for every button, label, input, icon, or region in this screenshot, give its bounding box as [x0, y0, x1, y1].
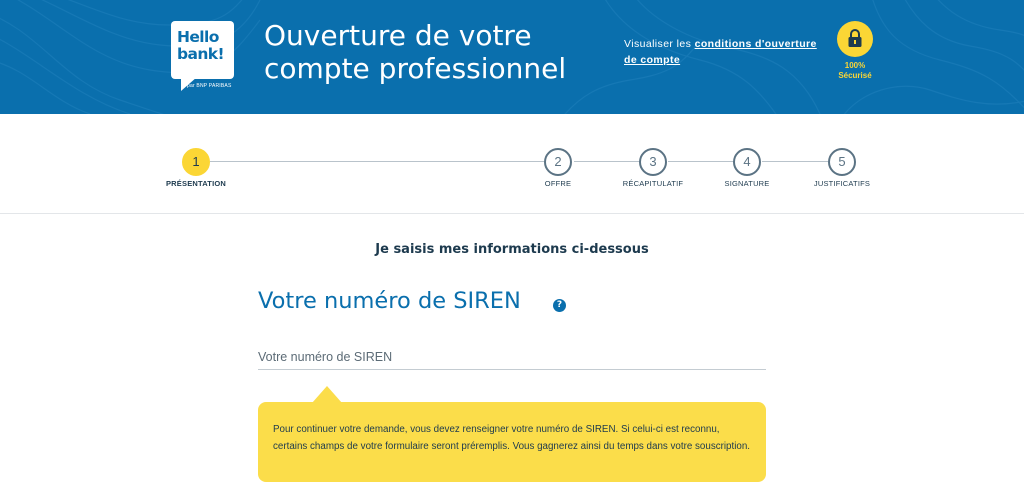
step-2-label: OFFRE — [544, 179, 572, 188]
siren-input[interactable] — [258, 344, 766, 370]
step-3-label: RÉCAPITULATIF — [622, 179, 684, 188]
step-connector — [762, 161, 828, 162]
logo-line-1: Hello — [177, 28, 219, 46]
step-connector — [210, 161, 544, 162]
step-5-circle[interactable]: 5 — [828, 148, 856, 176]
conditions-prefix: Visualiser les — [624, 38, 692, 50]
step-connector — [668, 161, 734, 162]
secure-text: Sécurisé — [838, 71, 872, 80]
step-connector — [574, 161, 640, 162]
siren-section-title: Votre numéro de SIREN — [258, 288, 521, 314]
siren-info-box: Pour continuer votre demande, vous devez… — [258, 402, 766, 482]
step-4-label: SIGNATURE — [724, 179, 770, 188]
secure-percent: 100% — [844, 61, 866, 70]
info-box-arrow — [312, 386, 342, 403]
conditions-notice: Visualiser les conditions d'ouverture de… — [624, 36, 824, 68]
logo-wordmark: Hello bank! — [177, 29, 232, 63]
form-subtitle: Je saisis mes informations ci-dessous — [375, 242, 649, 257]
conditions-link-continued[interactable]: de compte — [624, 54, 680, 66]
step-3-circle[interactable]: 3 — [639, 148, 667, 176]
step-4-circle[interactable]: 4 — [733, 148, 761, 176]
page-header: Hello bank! par BNP PARIBAS Ouverture de… — [0, 0, 1024, 114]
progress-stepper: 1 PRÉSENTATION 2 OFFRE 3 RÉCAPITULATIF 4… — [0, 114, 1024, 214]
siren-info-text: Pour continuer votre demande, vous devez… — [273, 424, 751, 452]
help-icon[interactable]: ? — [553, 299, 566, 312]
page-title-line-2: compte professionnel — [264, 52, 567, 85]
logo-subtitle: par BNP PARIBAS — [187, 83, 232, 89]
hello-bank-logo[interactable]: Hello bank! par BNP PARIBAS — [171, 21, 234, 91]
step-1-label: PRÉSENTATION — [165, 179, 227, 188]
secure-badge — [837, 21, 873, 57]
logo-line-2: bank! — [177, 45, 225, 63]
secure-label: 100% Sécurisé — [826, 61, 884, 81]
page-title-line-1: Ouverture de votre — [264, 19, 532, 52]
step-5-label: JUSTIFICATIFS — [813, 179, 871, 188]
lock-icon — [848, 29, 862, 47]
step-2-circle[interactable]: 2 — [544, 148, 572, 176]
page-title: Ouverture de votre compte professionnel — [264, 19, 604, 85]
conditions-link[interactable]: conditions d'ouverture — [695, 38, 817, 50]
step-1-circle[interactable]: 1 — [182, 148, 210, 176]
